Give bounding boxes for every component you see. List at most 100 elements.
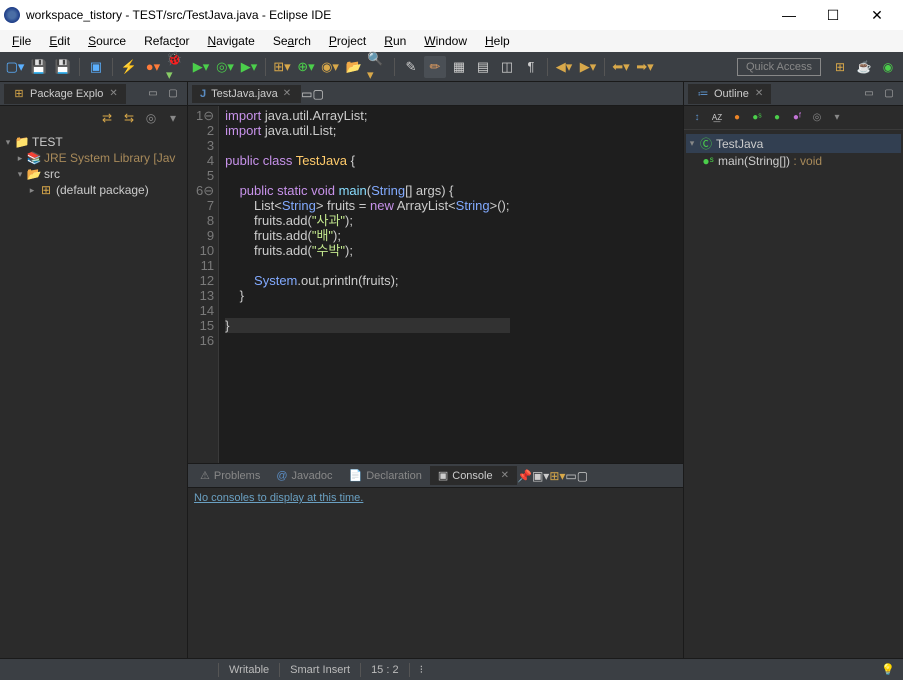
code-line[interactable]: import java.util.ArrayList; bbox=[225, 108, 509, 123]
close-icon[interactable]: ✕ bbox=[755, 88, 763, 99]
code-line[interactable]: fruits.add("사과"); bbox=[225, 213, 509, 228]
menu-edit[interactable]: Edit bbox=[41, 32, 78, 50]
declaration-tab[interactable]: 📄 Declaration bbox=[341, 466, 430, 485]
display-console-button[interactable]: ▣▾ bbox=[532, 469, 549, 483]
open-perspective-button[interactable]: ▣ bbox=[85, 56, 107, 78]
new-button[interactable]: ▢▾ bbox=[4, 56, 26, 78]
status-options-icon[interactable]: ⁝ bbox=[420, 663, 424, 676]
java-perspective-icon[interactable]: ☕ bbox=[853, 56, 875, 78]
code-line[interactable]: } bbox=[225, 318, 509, 333]
hide-nonpublic-button[interactable]: ● bbox=[768, 109, 786, 127]
open-type-button[interactable]: 📂 bbox=[343, 56, 365, 78]
hide-local-button[interactable]: ●ᶠ bbox=[788, 109, 806, 127]
maximize-view-button[interactable]: ▢ bbox=[880, 85, 898, 103]
save-all-button[interactable]: 💾 bbox=[52, 56, 74, 78]
run-button[interactable]: ▶▾ bbox=[190, 56, 212, 78]
package-explorer-tab[interactable]: ⊞ Package Explo ✕ bbox=[4, 84, 126, 104]
save-button[interactable]: 💾 bbox=[28, 56, 50, 78]
close-icon[interactable]: ✕ bbox=[501, 470, 509, 481]
expand-arrow-icon[interactable]: ▾ bbox=[686, 138, 698, 149]
menu-help[interactable]: Help bbox=[477, 32, 518, 50]
forward-button[interactable]: ➡▾ bbox=[634, 56, 656, 78]
expand-arrow-icon[interactable]: ▸ bbox=[14, 153, 26, 164]
menu-window[interactable]: Window bbox=[416, 32, 475, 50]
maximize-view-button[interactable]: ▢ bbox=[313, 87, 324, 101]
close-button[interactable]: ✕ bbox=[855, 0, 899, 30]
debug-perspective-icon[interactable]: ◉ bbox=[877, 56, 899, 78]
maximize-view-button[interactable]: ▢ bbox=[164, 85, 182, 103]
menu-search[interactable]: Search bbox=[265, 32, 319, 50]
tree-package[interactable]: ▸ ⊞ (default package) bbox=[2, 182, 185, 198]
outline-method[interactable]: ●ˢ main(String[]) : void bbox=[686, 153, 901, 169]
hide-static-button[interactable]: ●ˢ bbox=[748, 109, 766, 127]
expand-arrow-icon[interactable]: ▾ bbox=[14, 169, 26, 180]
minimize-view-button[interactable]: ▭ bbox=[565, 469, 576, 483]
focus-button[interactable]: ◎ bbox=[808, 109, 826, 127]
javadoc-tab[interactable]: @ Javadoc bbox=[268, 467, 340, 485]
sort-button[interactable]: ↕ bbox=[688, 109, 706, 127]
menu-source[interactable]: Source bbox=[80, 32, 134, 50]
minimize-button[interactable]: — bbox=[767, 0, 811, 30]
show-whitespace-button[interactable]: ◫ bbox=[496, 56, 518, 78]
paragraph-button[interactable]: ¶ bbox=[520, 56, 542, 78]
code-line[interactable] bbox=[225, 333, 509, 348]
code-line[interactable]: List<String> fruits = new ArrayList<Stri… bbox=[225, 198, 509, 213]
new-java-project-button[interactable]: ⊞▾ bbox=[271, 56, 293, 78]
problems-tab[interactable]: ⚠ Problems bbox=[192, 466, 268, 485]
az-sort-button[interactable]: A͟Z bbox=[708, 109, 726, 127]
debug-breakpoint-button[interactable]: ●▾ bbox=[142, 56, 164, 78]
code-line[interactable]: } bbox=[225, 288, 509, 303]
pin-console-button[interactable]: 📌 bbox=[517, 469, 532, 483]
code-line[interactable] bbox=[225, 168, 509, 183]
menu-project[interactable]: Project bbox=[321, 32, 374, 50]
code-editor[interactable]: 1⊖23456⊖78910111213141516 import java.ut… bbox=[188, 106, 683, 463]
debug-skip-button[interactable]: ⚡ bbox=[118, 56, 140, 78]
view-menu-button[interactable]: ▾ bbox=[828, 109, 846, 127]
hide-fields-button[interactable]: ● bbox=[728, 109, 746, 127]
annotation-prev-button[interactable]: ◀▾ bbox=[553, 56, 575, 78]
tree-jre[interactable]: ▸ 📚 JRE System Library [Jav bbox=[2, 150, 185, 166]
search-button[interactable]: 🔍▾ bbox=[367, 56, 389, 78]
menu-run[interactable]: Run bbox=[376, 32, 414, 50]
toggle-whitespace-button[interactable]: ▤ bbox=[472, 56, 494, 78]
outline-class[interactable]: ▾ Ⓒ TestJava bbox=[686, 134, 901, 153]
focus-button[interactable]: ◎ bbox=[141, 108, 161, 128]
code-line[interactable]: import java.util.List; bbox=[225, 123, 509, 138]
menu-refactor[interactable]: Refactor bbox=[136, 32, 197, 50]
code-line[interactable]: public static void main(String[] args) { bbox=[225, 183, 509, 198]
collapse-all-button[interactable]: ⇄ bbox=[97, 108, 117, 128]
external-tools-button[interactable]: ▶▾ bbox=[238, 56, 260, 78]
toggle-mark-button[interactable]: ✎ bbox=[400, 56, 422, 78]
new-class-button[interactable]: ◉▾ bbox=[319, 56, 341, 78]
close-icon[interactable]: ✕ bbox=[283, 88, 291, 99]
expand-arrow-icon[interactable]: ▾ bbox=[2, 137, 14, 148]
open-perspective-icon[interactable]: ⊞ bbox=[829, 56, 851, 78]
code-line[interactable] bbox=[225, 258, 509, 273]
debug-button[interactable]: 🐞▾ bbox=[166, 56, 188, 78]
code-line[interactable]: fruits.add("수박"); bbox=[225, 243, 509, 258]
quick-access-field[interactable]: Quick Access bbox=[737, 58, 821, 76]
code-line[interactable]: public class TestJava { bbox=[225, 153, 509, 168]
link-editor-button[interactable]: ⇆ bbox=[119, 108, 139, 128]
back-button[interactable]: ⬅▾ bbox=[610, 56, 632, 78]
code-line[interactable] bbox=[225, 138, 509, 153]
minimize-view-button[interactable]: ▭ bbox=[860, 85, 878, 103]
code-line[interactable]: fruits.add("배"); bbox=[225, 228, 509, 243]
maximize-view-button[interactable]: ▢ bbox=[577, 469, 588, 483]
maximize-button[interactable]: ☐ bbox=[811, 0, 855, 30]
expand-arrow-icon[interactable]: ▸ bbox=[26, 185, 38, 196]
code-content[interactable]: import java.util.ArrayList;import java.u… bbox=[219, 106, 515, 463]
console-tab[interactable]: ▣ Console ✕ bbox=[430, 466, 517, 485]
tip-icon[interactable]: 💡 bbox=[881, 663, 895, 676]
toggle-highlight-button[interactable]: ✏ bbox=[424, 56, 446, 78]
outline-tab[interactable]: ≔ Outline ✕ bbox=[688, 84, 771, 104]
tree-src[interactable]: ▾ 📂 src bbox=[2, 166, 185, 182]
new-package-button[interactable]: ⊕▾ bbox=[295, 56, 317, 78]
close-icon[interactable]: ✕ bbox=[109, 88, 117, 99]
menu-file[interactable]: File bbox=[4, 32, 39, 50]
open-console-button[interactable]: ⊞▾ bbox=[549, 469, 565, 483]
minimize-view-button[interactable]: ▭ bbox=[301, 87, 312, 101]
minimize-view-button[interactable]: ▭ bbox=[144, 85, 162, 103]
code-line[interactable] bbox=[225, 303, 509, 318]
tree-project[interactable]: ▾ 📁 TEST bbox=[2, 134, 185, 150]
